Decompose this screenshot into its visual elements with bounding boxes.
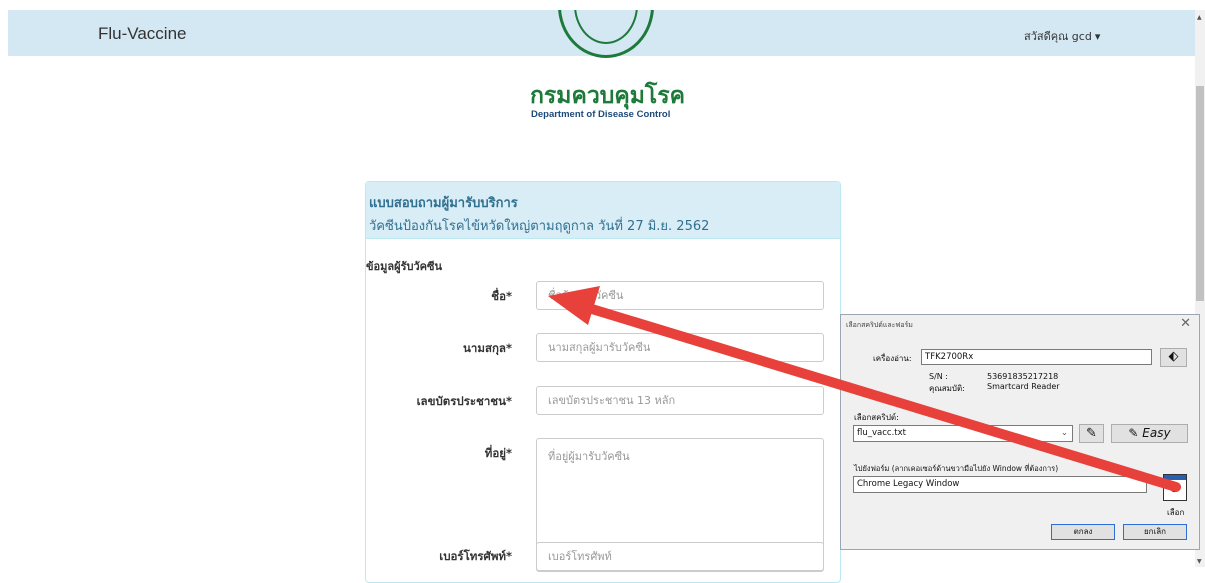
attr-value: Smartcard Reader	[987, 382, 1060, 391]
reader-field[interactable]: TFK2700Rx	[921, 349, 1152, 365]
section-title: ข้อมูลผู้รับวัคซีน	[366, 260, 442, 273]
chevron-down-icon: ▾	[1094, 29, 1101, 43]
first-name-input[interactable]	[536, 281, 824, 310]
script-form-dialog: เลือกสคริปต์และฟอร์ม ✕ เครื่องอ่าน: TFK2…	[840, 314, 1200, 550]
panel-title: แบบสอบถามผู้มารับบริการ	[369, 196, 518, 211]
sn-label: S/N :	[929, 372, 948, 381]
close-icon[interactable]: ✕	[1180, 316, 1191, 331]
target-window-field[interactable]: Chrome Legacy Window	[853, 476, 1147, 493]
scroll-down-icon[interactable]: ▼	[1197, 558, 1202, 565]
address-label: ที่อยู่*	[484, 446, 512, 460]
ok-button[interactable]: ตกลง	[1051, 524, 1115, 540]
scrollbar-thumb[interactable]	[1196, 86, 1204, 301]
user-greeting: สวัสดีคุณ gcd	[1024, 30, 1092, 43]
brand-link[interactable]: Flu-Vaccine	[98, 24, 187, 44]
pick-label: เลือก	[1167, 508, 1185, 517]
chevron-down-icon: ⌄	[1060, 428, 1068, 438]
phone-label: เบอร์โทรศัพท์*	[439, 549, 512, 563]
logo-title-english: Department of Disease Control	[531, 109, 671, 120]
form-target-label: ไปยังฟอร์ม (ลากเคอเซอร์ด้านขวามือไปยัง W…	[854, 464, 1059, 473]
reader-label: เครื่องอ่าน:	[873, 354, 912, 363]
tag-icon[interactable]: ⬖	[1160, 348, 1187, 367]
sn-value: 53691835217218	[987, 372, 1059, 381]
ddc-seal-logo	[552, 10, 662, 66]
pencil-icon[interactable]: ✎	[1079, 424, 1104, 443]
last-name-input[interactable]	[536, 333, 824, 362]
scroll-up-icon[interactable]: ▲	[1197, 14, 1202, 21]
last-name-label: นามสกุล*	[463, 341, 512, 355]
id-card-input[interactable]	[536, 386, 824, 415]
easy-button[interactable]: ✎ Easy	[1111, 424, 1188, 443]
easy-label: Easy	[1142, 426, 1171, 440]
script-select[interactable]: flu_vacc.txt ⌄	[853, 425, 1073, 442]
attr-label: คุณสมบัติ:	[929, 384, 965, 393]
panel-heading: แบบสอบถามผู้มารับบริการ วัคซีนป้องกันโรค…	[366, 182, 840, 239]
script-select-value: flu_vacc.txt	[857, 428, 906, 438]
first-name-label: ชื่อ*	[491, 289, 512, 303]
window-finder-icon[interactable]: ⊕	[1163, 474, 1187, 501]
id-card-label: เลขบัตรประชาชน*	[416, 394, 512, 408]
dialog-title: เลือกสคริปต์และฟอร์ม	[846, 321, 913, 329]
script-label: เลือกสคริปต์:	[854, 413, 899, 422]
cancel-button[interactable]: ยกเลิก	[1123, 524, 1187, 540]
user-menu[interactable]: สวัสดีคุณ gcd ▾	[1024, 27, 1100, 45]
pencil-icon: ✎	[1128, 426, 1139, 440]
panel-subtitle: วัคซีนป้องกันโรคไข้หวัดใหญ่ตามฤดูกาล วัน…	[369, 219, 710, 234]
